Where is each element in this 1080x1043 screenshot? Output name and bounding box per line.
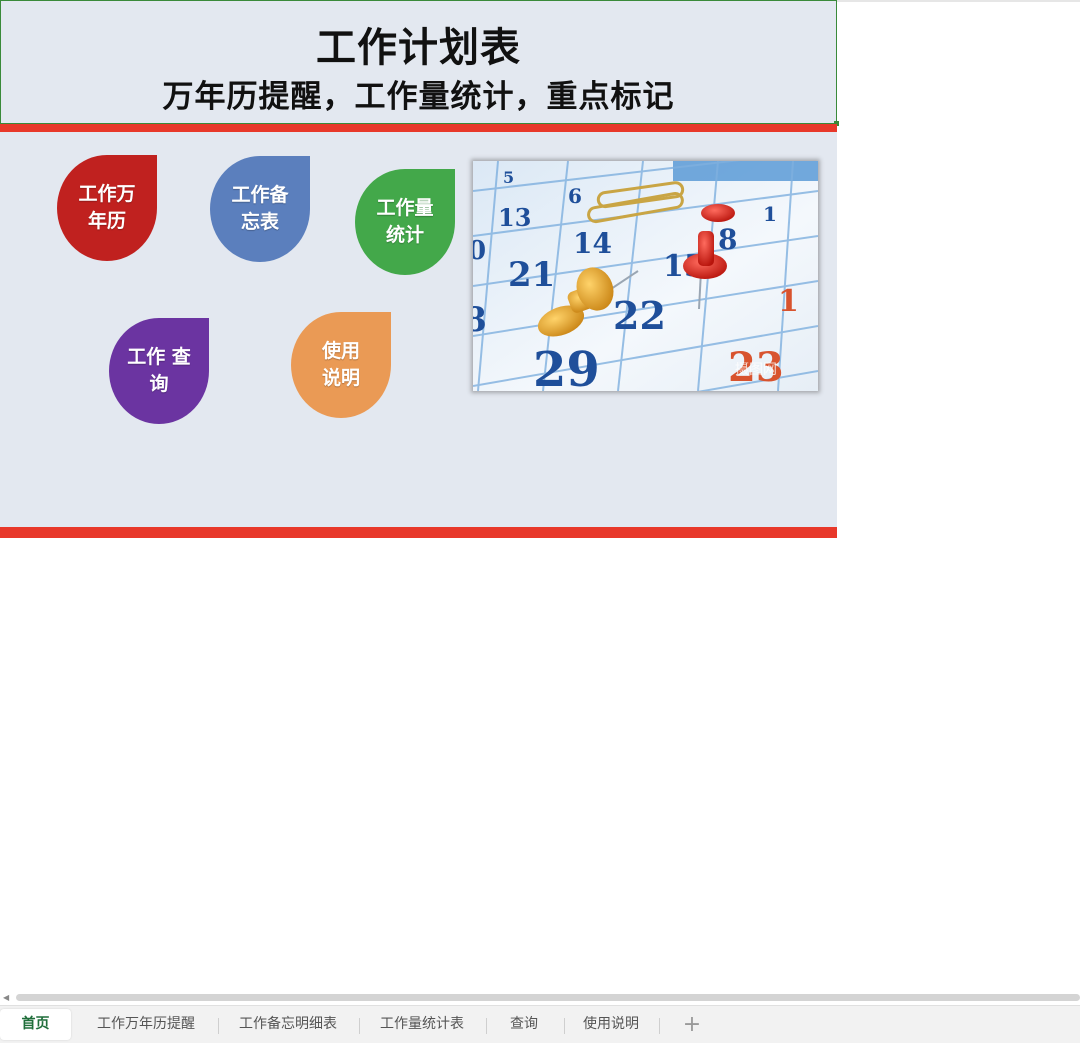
image-watermark: 摄图网 (735, 362, 777, 378)
svg-text:1: 1 (763, 202, 777, 226)
svg-text:29: 29 (533, 342, 600, 391)
svg-text:0: 0 (473, 236, 486, 266)
instructions-button[interactable]: 使用 说明 (291, 312, 391, 418)
svg-text:22: 22 (613, 293, 666, 338)
svg-text:13: 13 (498, 203, 531, 232)
red-divider-top (0, 124, 837, 132)
tab-home[interactable]: 首页 (0, 1009, 71, 1040)
svg-text:6: 6 (568, 184, 582, 208)
spreadsheet-sheet[interactable]: 工作计划表 万年历提醒，工作量统计，重点标记 工作万 年历 工作备 忘表 工作量… (0, 0, 1080, 990)
svg-text:14: 14 (573, 227, 612, 260)
scroll-left-icon[interactable]: ◀ (3, 994, 11, 1002)
calendar-button[interactable]: 工作万 年历 (57, 155, 157, 261)
workload-stats-button[interactable]: 工作量 统计 (355, 169, 455, 275)
svg-text:8: 8 (473, 300, 487, 340)
query-button-label: 工作 查 询 (127, 346, 191, 395)
red-divider-bottom (0, 527, 837, 538)
tab-calendar-reminder[interactable]: 工作万年历提醒 (82, 1009, 210, 1040)
page-subtitle: 万年历提醒，工作量统计，重点标记 (162, 79, 675, 115)
title-cell-range[interactable]: 工作计划表 万年历提醒，工作量统计，重点标记 (0, 0, 839, 126)
svg-text:1: 1 (778, 284, 799, 319)
instructions-button-label: 使用 说明 (321, 340, 360, 389)
svg-text:21: 21 (508, 255, 555, 295)
workload-stats-button-label: 工作量 统计 (376, 197, 434, 246)
tab-separator (659, 1018, 660, 1034)
page-title: 工作计划表 (316, 25, 521, 71)
calendar-pushpin-image: 5 6 1 13 14 8 0 21 15 22 8 29 1 23 (473, 161, 818, 391)
horizontal-scrollbar[interactable]: ◀ (0, 991, 1080, 1005)
calendar-photo-svg: 5 6 1 13 14 8 0 21 15 22 8 29 1 23 (473, 161, 818, 391)
svg-text:5: 5 (503, 168, 514, 187)
tab-instructions[interactable]: 使用说明 (570, 1009, 652, 1040)
tab-query[interactable]: 查询 (492, 1009, 556, 1040)
tab-separator (486, 1018, 487, 1034)
svg-text:8: 8 (718, 223, 737, 256)
tab-separator (218, 1018, 219, 1034)
memo-button[interactable]: 工作备 忘表 (210, 156, 310, 262)
tab-workload-stats[interactable]: 工作量统计表 (366, 1009, 478, 1040)
scrollbar-thumb[interactable] (16, 994, 1080, 1001)
sheet-tab-bar: 首页 工作万年历提醒 工作备忘明细表 工作量统计表 查询 使用说明 + (0, 1005, 1080, 1043)
calendar-button-label: 工作万 年历 (78, 183, 136, 232)
add-sheet-icon[interactable]: + (680, 1010, 704, 1040)
tab-separator (359, 1018, 360, 1034)
query-button[interactable]: 工作 查 询 (109, 318, 209, 424)
tab-memo-detail[interactable]: 工作备忘明细表 (224, 1009, 352, 1040)
tab-separator (564, 1018, 565, 1034)
memo-button-label: 工作备 忘表 (231, 184, 289, 233)
